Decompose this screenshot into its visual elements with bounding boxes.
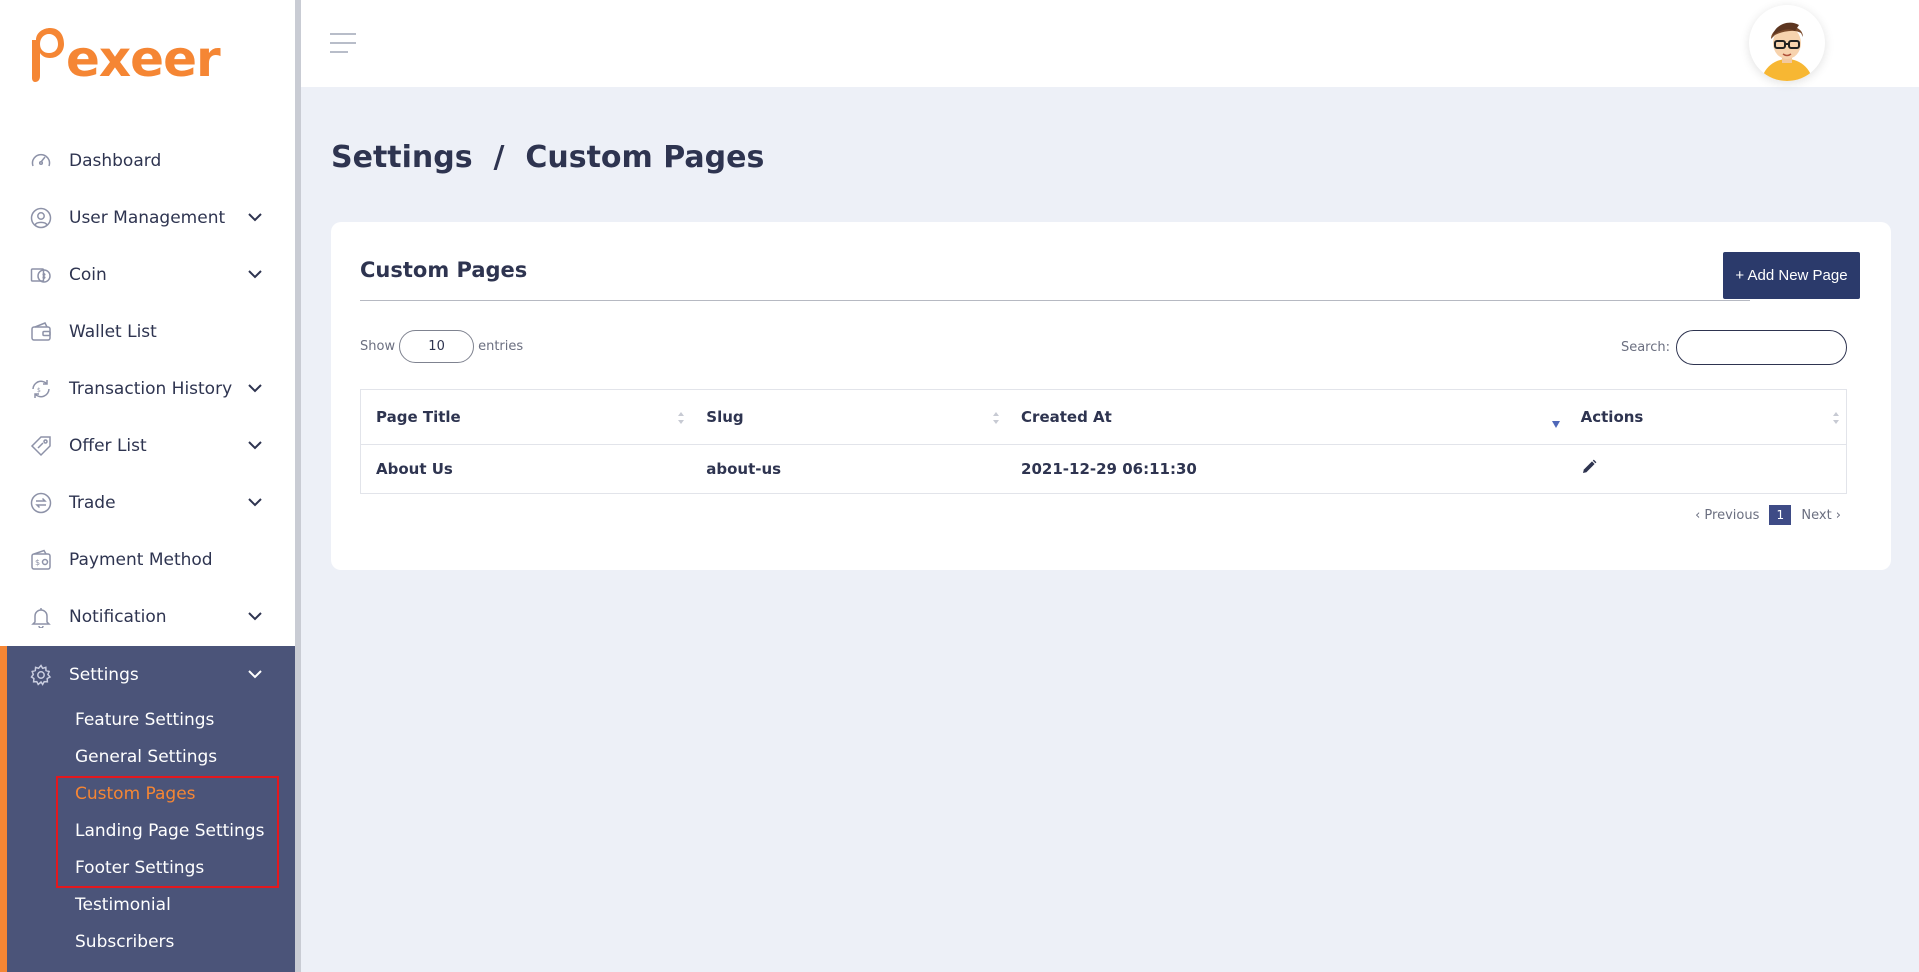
sidebar-item-label: Coin — [69, 264, 107, 285]
submenu-testimonial[interactable]: Testimonial — [75, 895, 171, 915]
sidebar-item-label: User Management — [69, 207, 226, 228]
submenu-subscribers[interactable]: Subscribers — [75, 932, 174, 952]
cell-created-at: 2021-12-29 06:11:30 — [1021, 460, 1197, 478]
sidebar-item-label: Settings — [69, 664, 139, 685]
show-label: Show — [360, 339, 396, 354]
sidebar-item-dashboard[interactable]: Dashboard — [0, 132, 295, 189]
user-circle-icon — [29, 206, 53, 230]
sidebar-item-label: Offer List — [69, 435, 147, 456]
sidebar-nav: Dashboard User Management Coin Wallet Li… — [0, 132, 295, 645]
sidebar-item-user-management[interactable]: User Management — [0, 189, 295, 246]
search-input[interactable] — [1676, 330, 1847, 365]
transaction-cycle-icon: $ — [29, 377, 53, 401]
sidebar-settings-group: Settings — [0, 646, 295, 972]
svg-text:$: $ — [37, 387, 41, 394]
chevron-down-icon — [245, 379, 265, 399]
search-control: Search: — [1621, 330, 1847, 365]
sidebar-item-label: Dashboard — [69, 150, 162, 171]
sidebar-item-label: Wallet List — [69, 321, 157, 342]
hamburger-menu-icon[interactable] — [330, 33, 356, 53]
sidebar: exeer Dashboard User Management Coin Wal… — [0, 0, 295, 972]
payment-wallet-icon: $ — [29, 548, 53, 572]
sidebar-item-label: Notification — [69, 606, 167, 627]
sidebar-item-label: Trade — [69, 492, 116, 513]
sidebar-item-payment-method[interactable]: $ Payment Method — [0, 531, 295, 588]
column-header-page-title[interactable]: Page Title — [360, 389, 692, 445]
pagination: ‹ Previous 1 Next › — [1695, 505, 1841, 525]
page-title: Settings / Custom Pages — [331, 140, 765, 175]
column-header-created-at[interactable]: Created At — [1006, 389, 1566, 445]
table-row: About Us about-us 2021-12-29 06:11:30 — [361, 445, 1847, 494]
submenu-general-settings[interactable]: General Settings — [75, 747, 217, 767]
sidebar-item-offer-list[interactable]: Offer List — [0, 417, 295, 474]
sidebar-item-notification[interactable]: Notification — [0, 588, 295, 645]
entries-select[interactable]: 10 — [399, 330, 475, 363]
chevron-down-icon — [245, 665, 265, 685]
submenu-footer-settings[interactable]: Footer Settings — [75, 858, 204, 878]
card-title: Custom Pages — [360, 258, 528, 282]
tag-icon — [29, 434, 53, 458]
logo-text: exeer — [66, 30, 221, 88]
pagination-page-1[interactable]: 1 — [1769, 505, 1792, 525]
column-header-actions[interactable]: Actions — [1565, 389, 1847, 445]
table-header-row: Page Title Slug Created At Actions — [360, 389, 1847, 445]
custom-pages-table: Page Title Slug Created At Actions About… — [360, 389, 1847, 494]
cell-actions — [1566, 445, 1847, 494]
sort-both-icon — [1833, 412, 1839, 424]
dashboard-gauge-icon — [29, 149, 53, 173]
coin-stack-icon — [29, 263, 53, 287]
sidebar-scrollbar[interactable] — [295, 0, 301, 972]
wallet-icon — [29, 320, 53, 344]
sidebar-item-settings[interactable]: Settings — [0, 646, 295, 703]
pencil-edit-icon[interactable] — [1581, 459, 1597, 475]
sort-both-icon — [678, 412, 685, 424]
add-new-page-button[interactable]: + Add New Page — [1723, 252, 1860, 299]
swap-icon — [29, 491, 53, 515]
chevron-down-icon — [245, 265, 265, 285]
sidebar-item-wallet-list[interactable]: Wallet List — [0, 303, 295, 360]
gear-icon — [29, 663, 53, 687]
chevron-down-icon — [245, 208, 265, 228]
submenu-feature-settings[interactable]: Feature Settings — [75, 710, 214, 730]
chevron-down-icon — [245, 493, 265, 513]
logo-p-icon — [32, 28, 64, 82]
entries-length-control: Show 10 entries — [360, 330, 523, 363]
chevron-down-icon — [245, 436, 265, 456]
sidebar-item-transaction-history[interactable]: $ Transaction History — [0, 360, 295, 417]
pagination-next[interactable]: Next › — [1801, 508, 1841, 523]
cell-page-title: About Us — [376, 460, 453, 478]
entries-label: entries — [478, 339, 524, 354]
user-avatar-illustration — [1761, 22, 1813, 81]
avatar[interactable] — [1749, 5, 1825, 81]
divider — [360, 300, 1750, 301]
sidebar-item-trade[interactable]: Trade — [0, 474, 295, 531]
sidebar-item-label: Transaction History — [69, 378, 233, 399]
bell-icon — [29, 605, 53, 629]
svg-text:$: $ — [35, 558, 40, 567]
chevron-down-icon — [245, 607, 265, 627]
sort-both-icon — [993, 412, 1000, 424]
column-header-slug[interactable]: Slug — [691, 389, 1007, 445]
cell-slug: about-us — [706, 460, 782, 478]
sort-descending-icon — [1551, 421, 1560, 428]
sidebar-item-coin[interactable]: Coin — [0, 246, 295, 303]
custom-pages-card: Custom Pages + Add New Page Show 10 entr… — [331, 222, 1891, 570]
submenu-landing-page-settings[interactable]: Landing Page Settings — [75, 821, 264, 841]
submenu-custom-pages[interactable]: Custom Pages — [75, 784, 196, 804]
search-label: Search: — [1620, 340, 1670, 355]
top-header — [301, 0, 1919, 87]
pagination-previous[interactable]: ‹ Previous — [1695, 508, 1759, 523]
logo[interactable]: exeer — [30, 22, 221, 88]
sidebar-item-label: Payment Method — [69, 549, 213, 570]
